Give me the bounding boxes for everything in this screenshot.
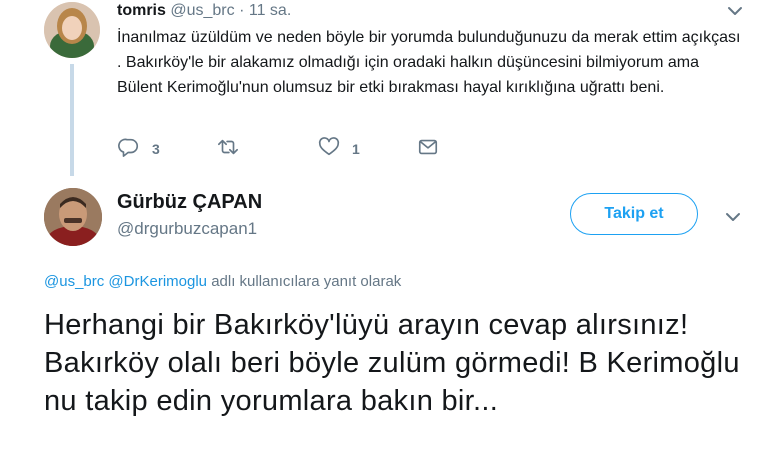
like-action[interactable]: 1 — [318, 136, 360, 161]
retweet-icon — [217, 136, 239, 161]
reply-author-avatar[interactable] — [44, 2, 100, 58]
mention-link[interactable]: @DrKerimoglu — [108, 273, 207, 290]
retweet-action[interactable] — [217, 136, 251, 161]
follow-button[interactable]: Takip et — [570, 193, 698, 235]
reply-count: 3 — [152, 140, 160, 157]
replying-to-line: @us_brc @DrKerimoglu adlı kullanıcılara … — [44, 273, 401, 290]
main-author-avatar[interactable] — [44, 188, 102, 246]
mention-link[interactable]: @us_brc — [44, 273, 104, 290]
reply-author-handle[interactable]: @us_brc — [170, 2, 234, 19]
reply-timestamp[interactable]: 11 sa. — [249, 2, 291, 19]
like-count: 1 — [352, 140, 360, 157]
reply-tweet-text: İnanılmaz üzüldüm ve neden böyle bir yor… — [117, 29, 741, 96]
reply-author-name[interactable]: tomris — [117, 2, 166, 19]
direct-message-icon — [417, 136, 439, 161]
thread-connector-line — [70, 64, 74, 176]
main-author-name[interactable]: Gürbüz ÇAPAN — [117, 191, 262, 214]
reply-icon — [118, 136, 140, 161]
time-separator: · — [239, 2, 245, 19]
main-tweet-text: Herhangi bir Bakırköy'lüyü arayın cevap … — [44, 309, 740, 417]
chevron-down-icon[interactable] — [726, 2, 744, 20]
replying-to-suffix: adlı kullanıcılara yanıt olarak — [211, 273, 402, 290]
reply-action[interactable]: 3 — [118, 136, 160, 161]
main-author-handle[interactable]: @drgurbuzcapan1 — [117, 219, 257, 239]
reply-header: tomris @us_brc · 11 sa. — [117, 1, 291, 21]
direct-message-action[interactable] — [417, 136, 439, 161]
like-icon — [318, 136, 340, 161]
chevron-down-icon[interactable] — [724, 208, 742, 226]
